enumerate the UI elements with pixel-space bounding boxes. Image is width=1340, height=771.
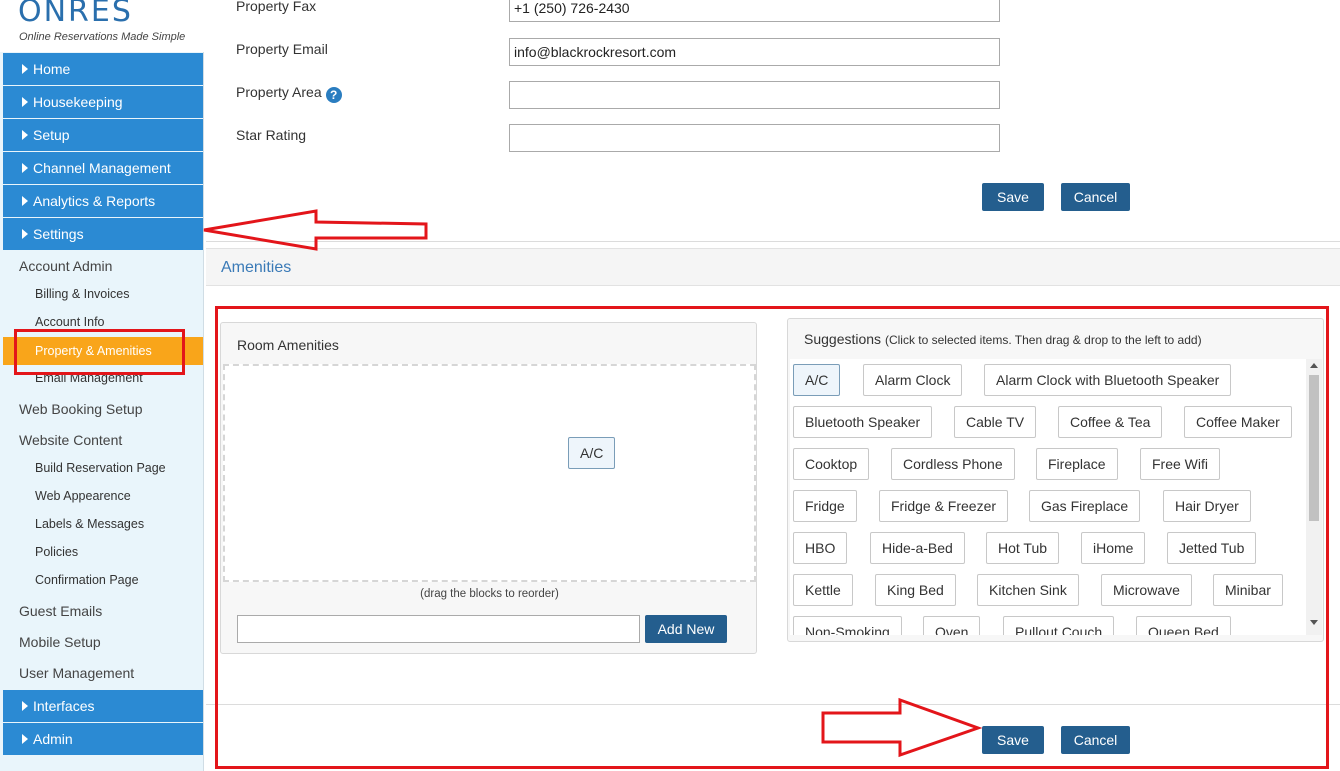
nav-channel-management-label: Channel Management <box>33 160 171 176</box>
property-cancel-button[interactable]: Cancel <box>1061 183 1130 211</box>
property-email-label: Property Email <box>236 41 328 57</box>
nav-admin-label: Admin <box>33 731 73 747</box>
property-area-input[interactable] <box>509 81 1000 109</box>
right-arrow-annotation-icon <box>821 697 983 758</box>
nav-build-reservation-page[interactable]: Build Reservation Page <box>35 461 166 475</box>
star-rating-label: Star Rating <box>236 127 307 143</box>
nav-admin[interactable]: Admin <box>3 723 203 755</box>
highlight-box-amenities-section <box>215 306 1329 769</box>
nav-channel-management[interactable]: Channel Management <box>3 152 203 184</box>
nav-interfaces[interactable]: Interfaces <box>3 690 203 722</box>
property-fax-input[interactable] <box>509 0 1000 22</box>
property-area-label-text: Property Area <box>236 84 322 100</box>
nav-interfaces-label: Interfaces <box>33 698 95 714</box>
amenities-title: Amenities <box>221 259 292 276</box>
left-arrow-annotation-icon <box>203 209 428 251</box>
nav-web-booking-setup[interactable]: Web Booking Setup <box>19 401 143 417</box>
logo-tagline: Online Reservations Made Simple <box>19 31 186 43</box>
help-icon[interactable]: ? <box>325 87 342 103</box>
nav-billing-invoices[interactable]: Billing & Invoices <box>35 287 130 301</box>
nav-account-info[interactable]: Account Info <box>35 315 105 329</box>
amenities-header: Amenities <box>206 248 1340 286</box>
nav-housekeeping-label: Housekeeping <box>33 94 123 110</box>
nav-confirmation-page[interactable]: Confirmation Page <box>35 573 139 587</box>
nav-analytics-reports[interactable]: Analytics & Reports <box>3 185 203 217</box>
nav-setup-label: Setup <box>33 127 70 143</box>
property-save-button[interactable]: Save <box>982 183 1044 211</box>
logo[interactable]: ONRES Online Reservations Made Simple <box>0 0 204 52</box>
nav-labels-messages[interactable]: Labels & Messages <box>35 517 144 531</box>
logo-brand: ONRES <box>18 0 133 29</box>
nav-web-appearence[interactable]: Web Appearence <box>35 489 131 503</box>
nav-home[interactable]: Home <box>3 53 203 85</box>
nav-mobile-setup[interactable]: Mobile Setup <box>19 634 101 650</box>
nav-housekeeping[interactable]: Housekeeping <box>3 86 203 118</box>
property-fax-label: Property Fax <box>236 0 317 14</box>
star-rating-input[interactable] <box>509 124 1000 152</box>
nav-settings-label: Settings <box>33 226 84 242</box>
sidebar: ONRES Online Reservations Made Simple Ho… <box>0 0 204 771</box>
nav-policies[interactable]: Policies <box>35 545 78 559</box>
nav-guest-emails[interactable]: Guest Emails <box>19 603 102 619</box>
nav-user-management[interactable]: User Management <box>19 665 134 681</box>
property-email-input[interactable] <box>509 38 1000 66</box>
nav-analytics-reports-label: Analytics & Reports <box>33 193 156 209</box>
page: ONRES Online Reservations Made Simple Ho… <box>0 0 1340 771</box>
nav-website-content[interactable]: Website Content <box>19 432 122 448</box>
nav-account-admin[interactable]: Account Admin <box>19 258 112 274</box>
highlight-box-property-amenities <box>14 329 185 375</box>
property-area-label: Property Area? <box>236 84 342 103</box>
nav-home-label: Home <box>33 61 71 77</box>
nav-settings[interactable]: Settings <box>3 218 203 250</box>
nav-setup[interactable]: Setup <box>3 119 203 151</box>
